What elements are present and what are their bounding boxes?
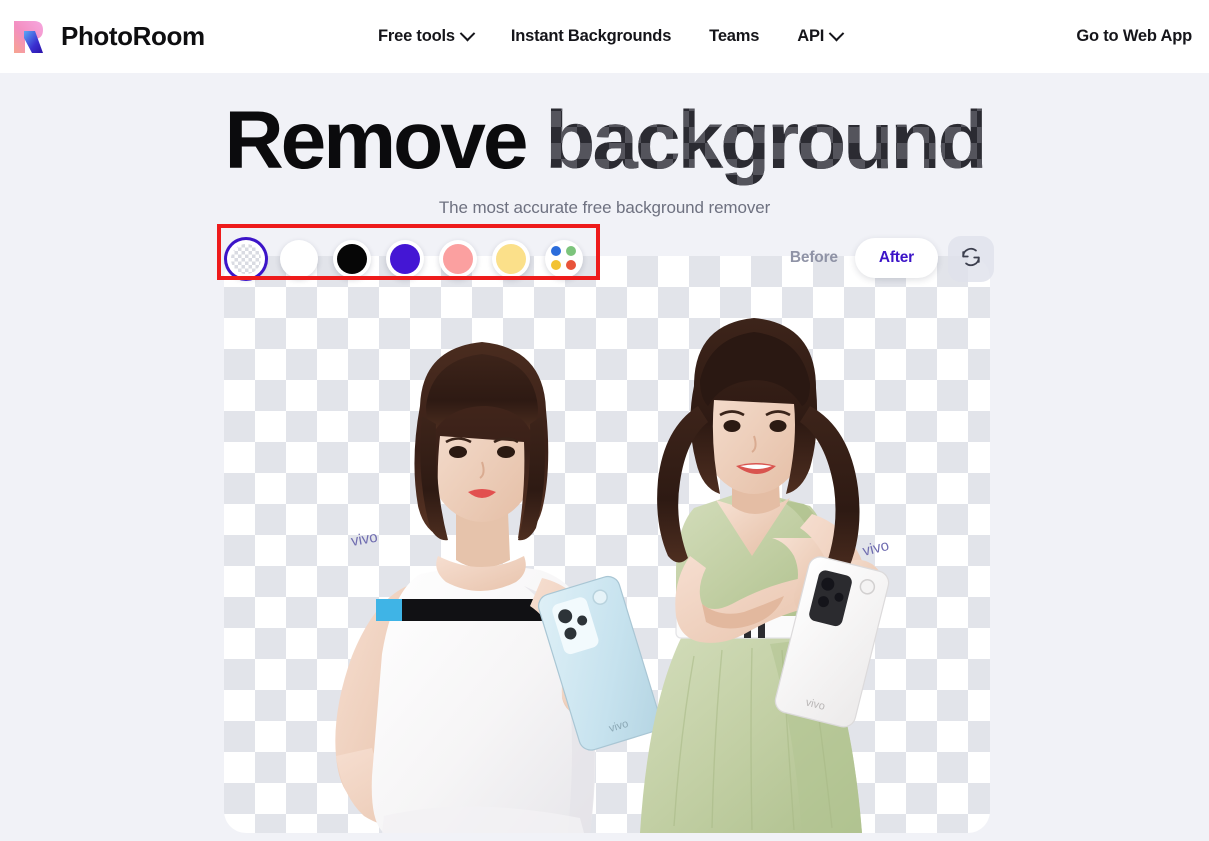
main-navigation: Free tools Instant Backgrounds Teams API [378,25,845,46]
palette-dot [551,260,561,270]
transparency-checker-icon [231,243,261,274]
refresh-swap-icon [960,246,982,273]
swatch-color-fill [496,243,526,274]
swatch-more-colors[interactable] [545,239,583,278]
svg-text:vivo: vivo [861,537,891,560]
nav-item-free-tools[interactable]: Free tools [378,25,476,46]
page-subtitle: The most accurate free background remove… [438,198,771,217]
swatch-color-fill [337,243,367,274]
refresh-swap-button[interactable] [948,236,994,282]
headline-checkered-part: background [545,95,985,186]
swatch-purple[interactable] [386,239,424,278]
palette-dot [565,260,576,270]
chevron-down-icon [459,25,476,42]
cutout-subject-image: vivo vivo vivo vivo [224,256,990,833]
before-after-toggle: Before After [773,234,938,282]
swatch-white[interactable] [280,239,318,278]
go-to-web-app-button[interactable]: Go to Web App [1076,27,1192,46]
swatch-pink[interactable] [439,239,477,278]
hero-section: Remove background The most accurate free… [0,73,1209,218]
palette-dot [565,245,576,256]
toggle-after[interactable]: After [854,238,938,278]
nav-item-api[interactable]: API [797,25,845,46]
nav-item-teams[interactable]: Teams [709,27,759,46]
swatch-yellow[interactable] [492,239,530,278]
chevron-down-icon [828,25,845,42]
page-title: Remove background [0,95,1209,186]
palette-dot [551,245,561,256]
photoroom-r-logo-icon [8,17,48,57]
swatch-color-fill [284,243,314,274]
site-header: PhotoRoom Free tools Instant Backgrounds… [0,0,1209,73]
swatch-color-fill [390,243,420,274]
svg-text:vivo: vivo [350,529,379,550]
nav-item-instant-backgrounds[interactable]: Instant Backgrounds [510,27,672,46]
transparency-checkerboard-canvas[interactable]: vivo vivo vivo vivo [224,256,990,833]
nav-label: Free tools [378,27,455,45]
headline-plain-part: Remove [224,95,546,186]
nav-label: Instant Backgrounds [510,27,672,45]
swatch-black[interactable] [333,239,371,278]
nav-label: Teams [709,27,760,45]
brand-logo-link[interactable]: PhotoRoom [8,17,205,57]
nav-label: API [797,27,825,45]
swatch-color-fill [443,243,473,274]
brand-name: PhotoRoom [61,21,205,51]
toggle-before[interactable]: Before [773,249,855,267]
color-palette-icon [551,245,577,272]
background-swatch-row [227,231,583,286]
swatch-transparent[interactable] [227,239,265,278]
background-editor: Before After vivo vivo vivo vivo [222,236,994,833]
